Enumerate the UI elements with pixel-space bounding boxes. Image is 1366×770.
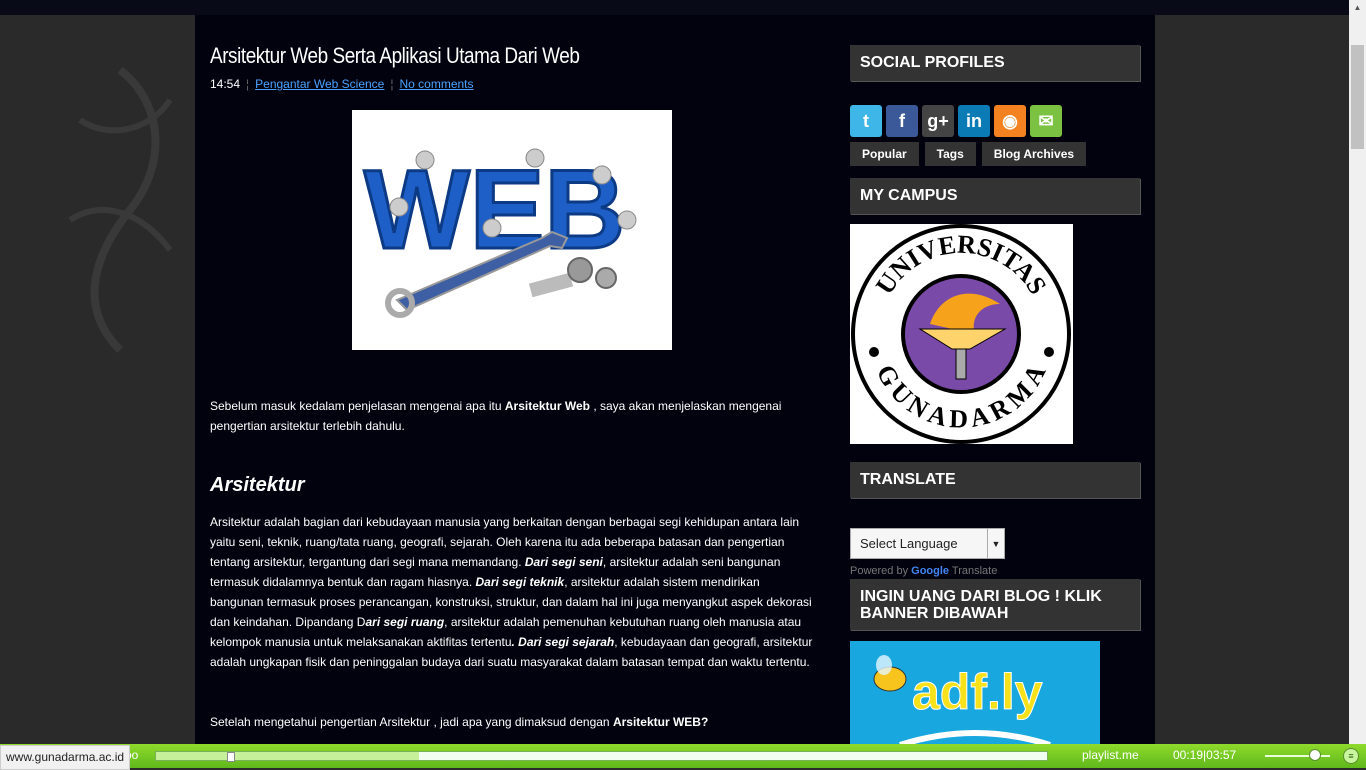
scrollbar-thumb[interactable] <box>1351 45 1364 149</box>
facebook-icon[interactable]: f <box>886 105 918 137</box>
adfly-logo: adf.ly <box>912 664 1043 720</box>
translate-title: TRANSLATE <box>850 462 1140 498</box>
language-select[interactable]: Select Language ▼ <box>850 528 1005 559</box>
section-heading: Arsitektur <box>210 474 305 496</box>
post-time: 14:54 <box>210 77 241 91</box>
sidebar-tabs: Popular Tags Blog Archives <box>850 142 1087 166</box>
status-url: www.gunadarma.ac.id <box>0 745 131 770</box>
tab-popular[interactable]: Popular <box>850 142 919 166</box>
top-bar <box>0 0 1349 15</box>
email-icon[interactable]: ✉ <box>1030 105 1062 137</box>
scroll-up-icon[interactable]: ▲ <box>1349 3 1366 12</box>
body-paragraph: Arsitektur adalah bagian dari kebudayaan… <box>210 515 813 669</box>
campus-logo[interactable]: UNIVERSITAS GUNADARMA <box>850 224 1073 444</box>
player-progress-thumb[interactable] <box>226 752 235 762</box>
social-icons-row: t f g+ in ◉ ✉ <box>850 105 1062 137</box>
banner-widget-title: INGIN UANG DARI BLOG ! KLIK BANNER DIBAW… <box>850 579 1140 630</box>
player-time: 00:19|03:57 <box>1173 748 1237 762</box>
comments-link[interactable]: No comments <box>399 77 473 91</box>
volume-knob[interactable] <box>1309 749 1321 761</box>
post-image-web: WEB <box>352 110 672 350</box>
adfly-banner[interactable]: adf.ly <box>850 641 1100 748</box>
twitter-icon[interactable]: t <box>850 105 882 137</box>
rss-icon[interactable]: ◉ <box>994 105 1026 137</box>
player-progress-fill <box>156 752 419 760</box>
social-profiles-title: SOCIAL PROFILES <box>850 45 1140 81</box>
category-link[interactable]: Pengantar Web Science <box>255 77 384 91</box>
background-ornament <box>68 66 173 353</box>
music-player-bar: oo playlist.me 00:19|03:57 ≡ <box>0 744 1366 768</box>
linkedin-icon[interactable]: in <box>958 105 990 137</box>
player-progress-track[interactable] <box>155 751 1048 762</box>
intro-paragraph: Sebelum masuk kedalam penjelasan mengena… <box>210 399 782 433</box>
main-content: Arsitektur Web Serta Aplikasi Utama Dari… <box>195 15 1155 748</box>
next-paragraph: Setelah mengetahui pengertian Arsitektur… <box>210 715 709 729</box>
google-plus-icon[interactable]: g+ <box>922 105 954 137</box>
chevron-down-icon: ▼ <box>987 529 1004 558</box>
post-title[interactable]: Arsitektur Web Serta Aplikasi Utama Dari… <box>210 43 580 69</box>
my-campus-title: MY CAMPUS <box>850 178 1140 214</box>
tab-tags[interactable]: Tags <box>924 142 976 166</box>
powered-by-google: Powered by Google Translate <box>850 565 998 577</box>
google-logo: Google <box>911 565 950 577</box>
playlist-label[interactable]: playlist.me <box>1082 748 1139 762</box>
tab-blog-archives[interactable]: Blog Archives <box>981 142 1087 166</box>
post-meta: 14:54 ¦ Pengantar Web Science ¦ No comments <box>210 77 474 91</box>
player-menu-icon[interactable]: ≡ <box>1343 748 1359 764</box>
